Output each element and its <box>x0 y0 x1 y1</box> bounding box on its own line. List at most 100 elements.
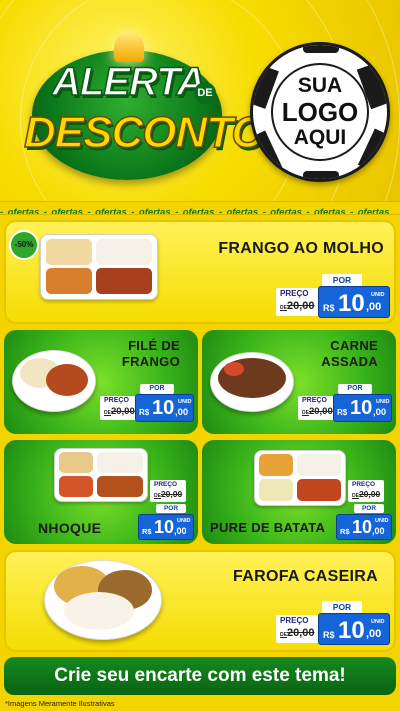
tray-compartment <box>259 454 293 476</box>
ticker-item: ofertas <box>7 207 40 215</box>
por-label: POR <box>322 601 362 613</box>
tray-compartment <box>97 452 143 473</box>
price-dec: ,00 <box>366 301 382 313</box>
price-int: 10 <box>350 397 373 419</box>
old-price-value: 20,00 <box>286 300 315 312</box>
new-price-box: R$ 10 UNID ,00 <box>318 613 390 645</box>
unit: UNID <box>177 518 191 524</box>
product-name-line: CARNE <box>330 338 378 353</box>
por-label: POR <box>156 504 186 513</box>
new-price-box: R$ 10 UNID ,00 <box>318 286 390 318</box>
unit: UNID <box>376 399 390 405</box>
unit: UNID <box>371 292 385 298</box>
tray-compartment <box>97 476 143 497</box>
preco-label: PREÇO <box>104 397 129 404</box>
old-price-box: PREÇO DE20,00 <box>100 396 138 420</box>
price-int: 10 <box>338 290 365 317</box>
logo-placeholder[interactable]: SUA LOGO AQUI <box>250 42 390 182</box>
preco-label: PREÇO <box>302 397 327 404</box>
new-price-box: R$ 10 UNID ,00 <box>333 394 392 422</box>
logo-line: SUA <box>297 74 343 97</box>
bowl-image <box>210 352 294 412</box>
price-tag: POR PREÇO DE20,00 R$ 10 UNID ,00 <box>276 274 390 318</box>
old-price-box: PREÇO DE20,00 <box>298 396 336 420</box>
currency: R$ <box>139 408 150 417</box>
ball-patch <box>303 171 339 179</box>
old-price-value: 20,00 <box>308 406 333 417</box>
price-tag: PREÇO DE20,00 POR R$ 10 UNID ,00 <box>336 480 392 540</box>
new-price-box: R$ 10 UNID ,00 <box>135 394 194 422</box>
old-price: DE20,00 <box>352 489 380 499</box>
food-tomato <box>224 362 244 376</box>
bowl-image <box>12 350 96 412</box>
por-label: POR <box>140 384 174 394</box>
ticker-sep: - <box>350 207 354 215</box>
tray-compartment <box>297 479 341 501</box>
old-price: DE20,00 <box>280 627 314 639</box>
old-price-box: PREÇO DE20,00 <box>150 480 186 502</box>
price-dec: ,00 <box>373 407 387 418</box>
new-price-box: R$ 10 UNID ,00 <box>336 514 392 540</box>
old-price-prefix: DE <box>302 410 309 416</box>
price-tag: PREÇO DE20,00 POR R$ 10 UNID ,00 <box>138 480 194 540</box>
currency: R$ <box>340 527 350 536</box>
preco-label: PREÇO <box>280 289 309 298</box>
price-dec: ,00 <box>372 526 385 536</box>
de-word: DE <box>194 82 216 104</box>
alerta-word: ALERTA <box>51 59 206 105</box>
ticker-item: ofertas <box>138 207 171 215</box>
price-tag: POR PREÇO DE20,00 R$ 10 UNID ,00 <box>276 601 390 645</box>
bowl-image <box>44 560 162 640</box>
tray-image <box>40 234 158 300</box>
price-int: 10 <box>338 617 365 644</box>
product-name-line: FILÉ DE <box>128 338 180 353</box>
currency: R$ <box>337 408 348 417</box>
ticker-sep: - <box>218 207 222 215</box>
food-chicken <box>46 364 88 396</box>
por-label: POR <box>354 504 384 513</box>
old-price-value: 20,00 <box>286 627 315 639</box>
old-price-prefix: DE <box>352 493 359 499</box>
ticker-item: ofertas <box>95 207 127 215</box>
preco-label: PREÇO <box>280 616 309 625</box>
old-price-box: PREÇO DE20,00 <box>276 288 320 316</box>
price-tag: POR PREÇO DE20,00 R$ 10 UNID ,00 <box>298 384 392 422</box>
alerta-desconto-logo: ALERTA DE DESCONTO <box>22 32 266 182</box>
old-price-prefix: DE <box>104 410 111 416</box>
product-name: CARNE ASSADA <box>321 338 378 370</box>
ticker-item: ofertas <box>182 207 215 215</box>
product-name: FILÉ DE FRANGO <box>122 338 180 370</box>
disclaimer-text: *Imagens Meramente Ilustrativas <box>5 699 115 708</box>
price-dec: ,00 <box>174 526 187 536</box>
new-price-box: R$ 10 UNID ,00 <box>138 514 194 540</box>
logo-line: AQUI <box>293 126 347 149</box>
header-banner: ALERTA DE DESCONTO SUA LOGO AQUI <box>0 0 400 205</box>
product-name-line: ASSADA <box>321 354 378 369</box>
old-price-value: 20,00 <box>110 406 135 417</box>
tray-compartment <box>96 268 152 294</box>
cta-button[interactable]: Crie seu encarte com este tema! <box>4 657 396 695</box>
food-rice <box>64 592 134 630</box>
unit: UNID <box>375 518 389 524</box>
ticker-sep: - <box>87 207 91 215</box>
desconto-word: DESCONTO <box>23 107 266 158</box>
ticker-sep: - <box>43 207 47 215</box>
old-price: DE20,00 <box>154 489 182 499</box>
old-price-value: 20,00 <box>358 489 381 499</box>
product-name: PURE DE BATATA <box>210 520 326 535</box>
tray-compartment <box>46 239 92 265</box>
logo-line: LOGO <box>281 97 359 127</box>
tray-compartment <box>259 479 293 501</box>
currency: R$ <box>142 527 152 536</box>
ofertas-ticker: - ofertas - ofertas - ofertas - ofertas … <box>0 201 400 215</box>
tray-image <box>254 450 346 506</box>
product-name: FRANGO AO MOLHO <box>218 240 384 257</box>
ticker-item: ofertas <box>270 207 302 215</box>
old-price-box: PREÇO DE20,00 <box>348 480 384 502</box>
price-dec: ,00 <box>366 628 382 640</box>
old-price: DE20,00 <box>280 300 314 312</box>
tray-compartment <box>46 268 92 294</box>
price-int: 10 <box>152 397 175 419</box>
old-price: DE20,00 <box>302 406 333 417</box>
por-label: POR <box>322 274 362 286</box>
